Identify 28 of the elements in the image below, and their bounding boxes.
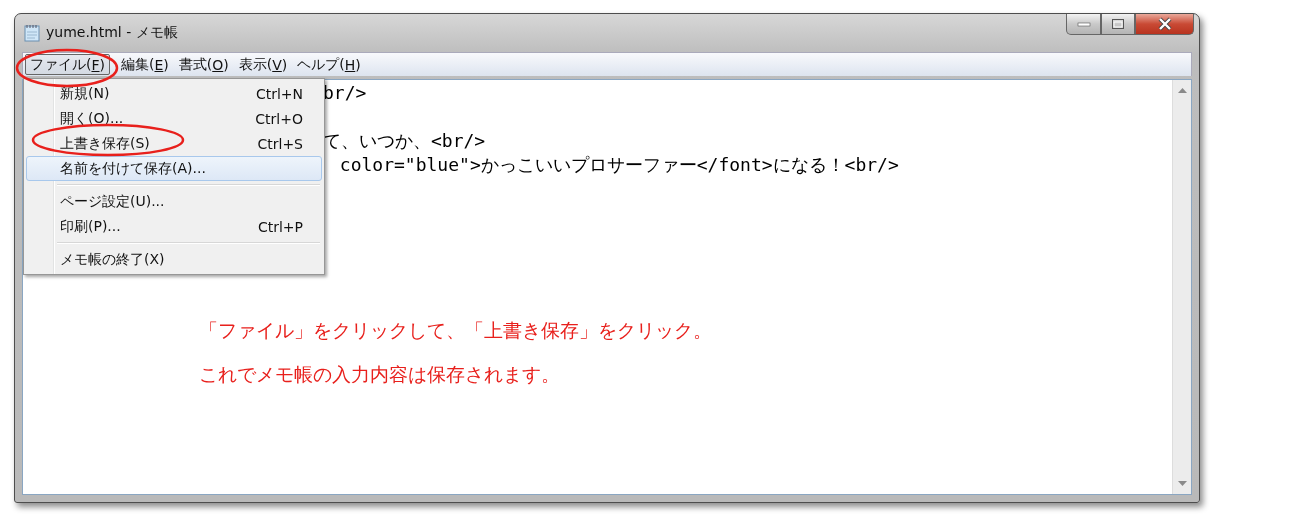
- window-title: yume.html - メモ帳: [46, 23, 178, 42]
- scrollbar[interactable]: [1172, 80, 1191, 494]
- code-line: br/>: [323, 82, 367, 103]
- notepad-icon: [24, 23, 40, 42]
- menu-item[interactable]: ヘルプ(H): [292, 54, 366, 75]
- scroll-down-icon[interactable]: [1177, 481, 1187, 486]
- minimize-icon: [1076, 21, 1091, 27]
- menu-option[interactable]: ページ設定(U)...: [26, 189, 322, 214]
- menu-item[interactable]: 書式(O): [173, 54, 234, 75]
- instruction-text: これでメモ帳の入力内容は保存されます。: [199, 362, 561, 387]
- menu-option[interactable]: 新規(N) Ctrl+N: [26, 81, 322, 106]
- code-line: color="blue">かっこいいプロサーファー</font>になる！<br/>: [338, 153, 899, 175]
- menu-item[interactable]: 表示(V): [233, 54, 293, 75]
- menu-option[interactable]: 開く(O)... Ctrl+O: [26, 106, 322, 131]
- close-icon: [1156, 17, 1173, 31]
- menu-item[interactable]: 編集(E): [116, 54, 174, 75]
- minimize-button[interactable]: [1066, 14, 1101, 35]
- maximize-icon: [1111, 18, 1125, 30]
- instruction-text: 「ファイル」をクリックして、「上書き保存」をクリック。: [199, 318, 712, 343]
- menu-item[interactable]: ファイル(F): [25, 54, 110, 75]
- menu-option[interactable]: 名前を付けて保存(A)...: [26, 156, 322, 181]
- menu-option[interactable]: メモ帳の終了(X): [26, 247, 322, 272]
- menu-option[interactable]: 上書き保存(S) Ctrl+S: [26, 131, 322, 156]
- scroll-up-icon[interactable]: [1177, 88, 1187, 93]
- close-button[interactable]: [1135, 14, 1194, 35]
- menu-option[interactable]: 印刷(P)... Ctrl+P: [26, 214, 322, 239]
- maximize-button[interactable]: [1101, 14, 1135, 35]
- code-line: て、いつか、<br/>: [323, 130, 486, 151]
